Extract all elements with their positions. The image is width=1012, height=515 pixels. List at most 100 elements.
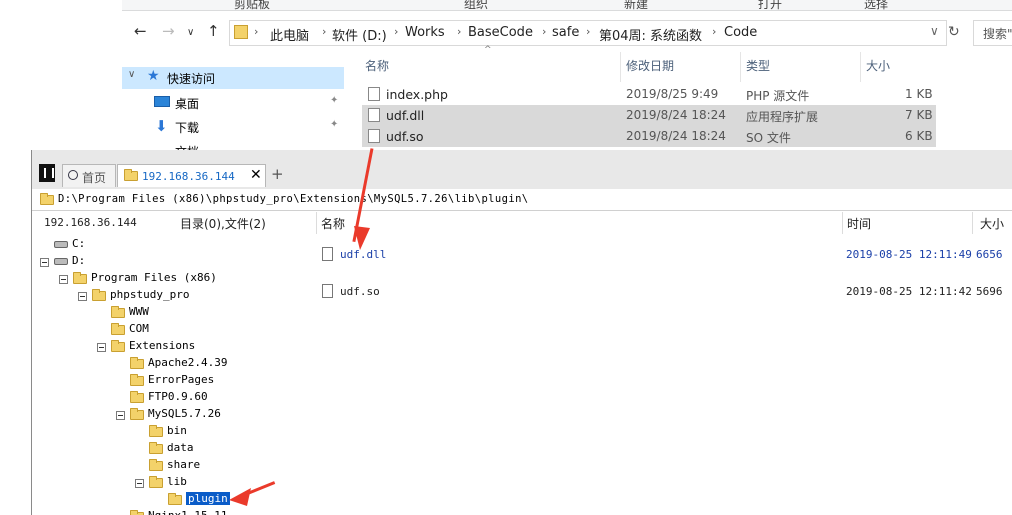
- column-header-name[interactable]: 名称: [321, 215, 345, 232]
- search-input[interactable]: 搜索": [973, 20, 1012, 46]
- folder-icon: [92, 289, 106, 301]
- tree-node[interactable]: MySQL5.7.26: [32, 406, 316, 423]
- column-divider[interactable]: [740, 52, 741, 82]
- tree-node[interactable]: data: [32, 440, 316, 457]
- tree-node[interactable]: Extensions: [32, 338, 316, 355]
- remote-file-list: udf.dll 2019-08-25 12:11:49 6656 udf.so …: [316, 234, 1012, 515]
- column-header-time[interactable]: 时间: [847, 215, 871, 232]
- recent-dropdown-icon[interactable]: ∨: [187, 27, 194, 38]
- nav-item-desktop[interactable]: 桌面 ✦: [122, 91, 344, 113]
- up-arrow-icon[interactable]: ↑: [207, 22, 220, 40]
- tree-node[interactable]: Apache2.4.39: [32, 355, 316, 372]
- column-divider[interactable]: [860, 52, 861, 82]
- breadcrumb-this-pc[interactable]: 此电脑: [270, 25, 309, 44]
- file-name: index.php: [386, 87, 448, 102]
- table-row[interactable]: udf.so 2019-08-25 12:11:42 5696: [316, 280, 1012, 302]
- column-divider[interactable]: [316, 212, 317, 234]
- tab-host[interactable]: 192.168.36.144 ✕: [117, 164, 266, 187]
- collapse-toggle-icon[interactable]: [40, 258, 49, 267]
- file-type: 应用程序扩展: [746, 110, 819, 124]
- star-icon: ★: [147, 68, 160, 84]
- folder-icon: [149, 425, 163, 437]
- column-header-name[interactable]: 名称: [365, 57, 389, 74]
- column-divider[interactable]: [842, 212, 843, 234]
- collapse-toggle-icon[interactable]: [59, 275, 68, 284]
- tree-node[interactable]: share: [32, 457, 316, 474]
- tree-node-label: COM: [129, 322, 149, 335]
- breadcrumb-works[interactable]: Works: [405, 25, 445, 40]
- folder-icon: [73, 272, 87, 284]
- column-header-size[interactable]: 大小: [980, 215, 1004, 232]
- column-header-type[interactable]: 类型: [746, 57, 770, 74]
- tree-node[interactable]: C:: [32, 236, 316, 253]
- column-header-size[interactable]: 大小: [866, 57, 890, 74]
- new-tab-button[interactable]: +: [271, 165, 284, 183]
- column-header-date[interactable]: 修改日期: [626, 57, 674, 74]
- tree-node[interactable]: COM: [32, 321, 316, 338]
- arrow-head: [354, 226, 370, 250]
- nav-item-downloads[interactable]: ⬇ 下载 ✦: [122, 115, 344, 137]
- address-bar[interactable]: › 此电脑 › 软件 (D:) › Works › BaseCode › saf…: [229, 20, 947, 46]
- ribbon-groups: 剪贴板 组织 新建 打开 选择: [122, 0, 1012, 11]
- tree-node[interactable]: bin: [32, 423, 316, 440]
- file-time: 2019-08-25 12:11:49: [846, 248, 972, 261]
- tab-label: 192.168.36.144: [142, 170, 235, 183]
- breadcrumb-drive-d[interactable]: 软件 (D:): [332, 25, 387, 44]
- chevron-right-icon: ›: [254, 25, 259, 38]
- breadcrumb-week04[interactable]: 第04周: 系统函数: [599, 25, 702, 44]
- close-icon[interactable]: ✕: [250, 167, 262, 183]
- tab-home[interactable]: 首页: [62, 164, 116, 187]
- refresh-icon[interactable]: ↻: [948, 24, 960, 40]
- pin-icon[interactable]: ✦: [330, 119, 338, 130]
- pin-icon[interactable]: ✦: [330, 95, 338, 106]
- dir-file-count: 目录(0),文件(2): [180, 217, 266, 231]
- dll-file-icon: [368, 108, 380, 122]
- folder-icon: [149, 442, 163, 454]
- folder-icon: [111, 323, 125, 335]
- collapse-toggle-icon[interactable]: [97, 343, 106, 352]
- forward-arrow-icon[interactable]: →: [162, 22, 175, 40]
- nav-quick-access[interactable]: ∨ ★ 快速访问: [122, 67, 344, 89]
- nav-item-documents[interactable]: 文档: [122, 139, 344, 150]
- file-row[interactable]: udf.dll 2019/8/24 18:24 应用程序扩展 7 KB: [362, 105, 936, 126]
- tree-node[interactable]: WWW: [32, 304, 316, 321]
- file-icon: [322, 284, 333, 298]
- ribbon-group-open: 打开: [758, 0, 783, 11]
- tree-node-label: FTP0.9.60: [148, 390, 208, 403]
- folder-icon: [168, 493, 182, 505]
- folder-icon: [130, 374, 144, 386]
- folder-icon: [111, 306, 125, 318]
- address-dropdown-icon[interactable]: ∨: [930, 24, 939, 38]
- arrow-head: [229, 488, 251, 506]
- nav-item-label: 快速访问: [167, 72, 216, 86]
- drive-icon: [54, 241, 68, 248]
- column-divider[interactable]: [972, 212, 973, 234]
- breadcrumb-safe[interactable]: safe: [552, 25, 579, 40]
- tree-node[interactable]: Program Files (x86): [32, 270, 316, 287]
- tree-node[interactable]: phpstudy_pro: [32, 287, 316, 304]
- file-date: 2019/8/24 18:24: [626, 108, 726, 122]
- column-divider[interactable]: [620, 52, 621, 82]
- nav-item-label: 桌面: [175, 97, 200, 111]
- tree-node-label: WWW: [129, 305, 149, 318]
- file-row[interactable]: index.php 2019/8/25 9:49 PHP 源文件 1 KB: [362, 84, 936, 105]
- table-row[interactable]: udf.dll 2019-08-25 12:11:49 6656: [316, 243, 1012, 265]
- tree-node[interactable]: FTP0.9.60: [32, 389, 316, 406]
- download-arrow-icon: ⬇: [155, 117, 168, 135]
- chevron-down-icon[interactable]: ∨: [128, 69, 135, 80]
- collapse-toggle-icon[interactable]: [78, 292, 87, 301]
- tree-node[interactable]: plugin: [32, 491, 316, 508]
- breadcrumb-code[interactable]: Code: [724, 25, 757, 40]
- dll-file-icon: [322, 247, 333, 261]
- tree-node[interactable]: Nginx1.15.11: [32, 508, 316, 515]
- tree-node[interactable]: ErrorPages: [32, 372, 316, 389]
- collapse-toggle-icon[interactable]: [116, 411, 125, 420]
- collapse-toggle-icon[interactable]: [135, 479, 144, 488]
- back-arrow-icon[interactable]: ←: [134, 22, 147, 40]
- breadcrumb-basecode[interactable]: BaseCode: [468, 25, 533, 40]
- file-row[interactable]: udf.so 2019/8/24 18:24 SO 文件 6 KB: [362, 126, 936, 147]
- tree-node-label: data: [167, 441, 194, 454]
- path-bar[interactable]: D:\Program Files (x86)\phpstudy_pro\Exte…: [32, 189, 1012, 211]
- folder-icon: [234, 25, 248, 39]
- tree-node[interactable]: D:: [32, 253, 316, 270]
